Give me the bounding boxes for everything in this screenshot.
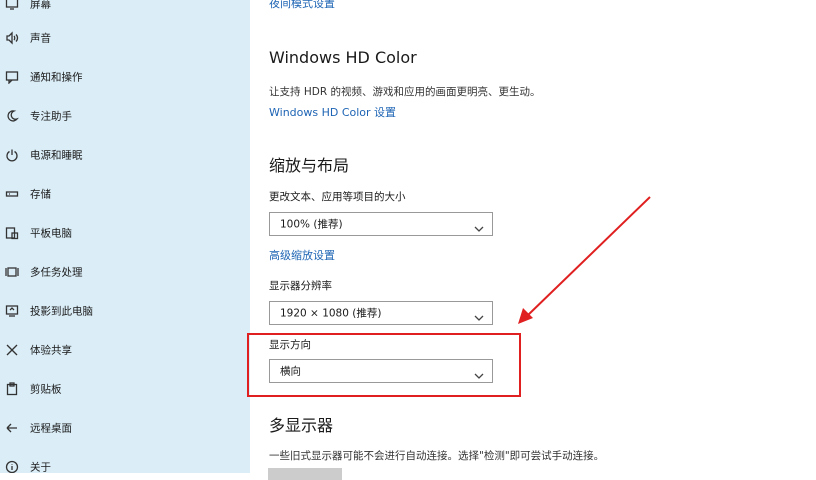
multitask-icon — [4, 264, 20, 280]
chevron-down-icon — [474, 308, 484, 321]
sidebar-item-label: 通知和操作 — [30, 71, 83, 83]
hd-color-settings-link[interactable]: Windows HD Color 设置 — [269, 104, 396, 120]
sidebar-item-remote-desktop[interactable]: 远程桌面 — [0, 408, 250, 447]
remote-desktop-icon — [4, 420, 20, 436]
text-size-value: 100% (推荐) — [280, 218, 343, 231]
sidebar-item-storage[interactable]: 存储 — [0, 174, 250, 213]
display-icon — [4, 0, 20, 12]
advanced-scaling-link[interactable]: 高级缩放设置 — [269, 247, 335, 263]
sidebar-item-power-sleep[interactable]: 电源和睡眠 — [0, 135, 250, 174]
tablet-icon — [4, 225, 20, 241]
power-icon — [4, 147, 20, 163]
sidebar-item-label: 声音 — [30, 32, 51, 44]
sidebar-item-label: 关于 — [30, 461, 51, 473]
resolution-label: 显示器分辨率 — [269, 280, 332, 292]
sidebar-item-notifications[interactable]: 通知和操作 — [0, 57, 250, 96]
sidebar-item-label: 平板电脑 — [30, 227, 72, 239]
annotation-highlight-box — [247, 333, 521, 397]
hd-color-description: 让支持 HDR 的视频、游戏和应用的画面更明亮、更生动。 — [269, 86, 541, 98]
sidebar-item-sound[interactable]: 声音 — [0, 18, 250, 57]
storage-icon — [4, 186, 20, 202]
text-size-dropdown[interactable]: 100% (推荐) — [269, 212, 493, 236]
sidebar-item-label: 专注助手 — [30, 110, 72, 122]
project-icon — [4, 303, 20, 319]
sidebar-item-label: 剪贴板 — [30, 383, 62, 395]
sidebar: 屏幕 声音 通知和操作 专注助手 电源和睡眠 存储 平板电脑 多任务处理 投影到… — [0, 0, 250, 473]
sidebar-item-clipboard[interactable]: 剪贴板 — [0, 369, 250, 408]
multi-display-description: 一些旧式显示器可能不会进行自动连接。选择"检测"即可尝试手动连接。 — [269, 450, 605, 462]
detect-button[interactable] — [268, 468, 342, 480]
night-mode-settings-link[interactable]: 夜间模式设置 — [269, 0, 335, 11]
multi-display-title: 多显示器 — [269, 416, 334, 435]
notification-icon — [4, 69, 20, 85]
hd-color-title: Windows HD Color — [269, 48, 417, 67]
sidebar-item-shared-experiences[interactable]: 体验共享 — [0, 330, 250, 369]
sidebar-item-label: 存储 — [30, 188, 51, 200]
sidebar-item-focus-assist[interactable]: 专注助手 — [0, 96, 250, 135]
scale-layout-title: 缩放与布局 — [269, 156, 350, 175]
resolution-dropdown[interactable]: 1920 × 1080 (推荐) — [269, 301, 493, 325]
sidebar-item-label: 投影到此电脑 — [30, 305, 93, 317]
sidebar-item-project-to-pc[interactable]: 投影到此电脑 — [0, 291, 250, 330]
speaker-icon — [4, 30, 20, 46]
text-size-label: 更改文本、应用等项目的大小 — [269, 191, 406, 203]
info-icon — [4, 459, 20, 474]
sidebar-item-label: 屏幕 — [30, 0, 51, 10]
main-content — [250, 0, 816, 473]
sidebar-item-about[interactable]: 关于 — [0, 447, 250, 473]
moon-icon — [4, 108, 20, 124]
resolution-value: 1920 × 1080 (推荐) — [280, 307, 382, 320]
sidebar-item-label: 电源和睡眠 — [30, 149, 83, 161]
sidebar-item-label: 多任务处理 — [30, 266, 83, 278]
sidebar-item-label: 远程桌面 — [30, 422, 72, 434]
share-icon — [4, 342, 20, 358]
clipboard-icon — [4, 381, 20, 397]
sidebar-item-multitasking[interactable]: 多任务处理 — [0, 252, 250, 291]
sidebar-item-label: 体验共享 — [30, 344, 72, 356]
chevron-down-icon — [474, 219, 484, 232]
sidebar-item-tablet[interactable]: 平板电脑 — [0, 213, 250, 252]
